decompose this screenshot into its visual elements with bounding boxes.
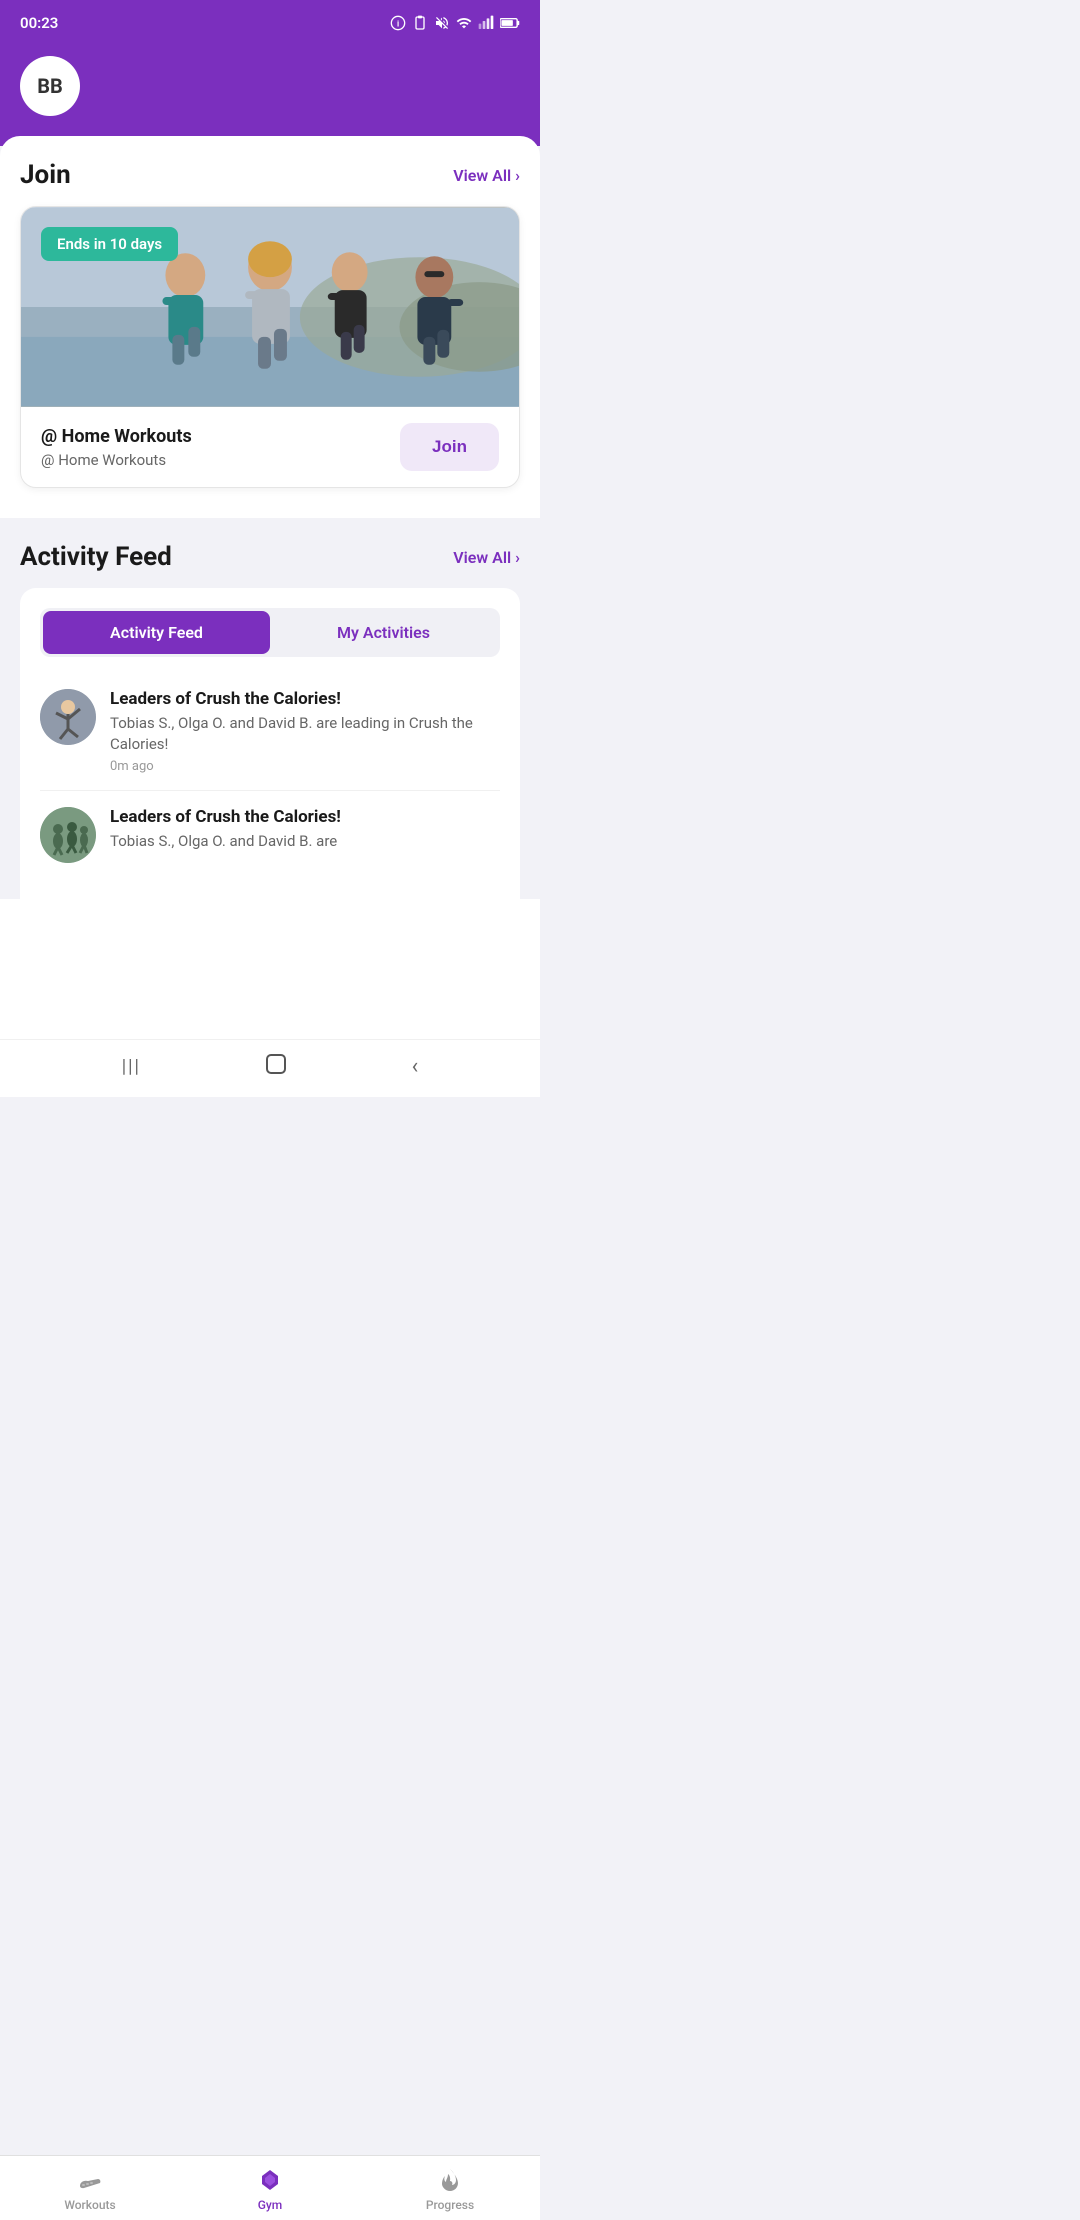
header: BB — [0, 44, 540, 146]
status-icons: i — [390, 15, 520, 31]
progress-icon-svg — [436, 2166, 464, 2194]
ends-badge: Ends in 10 days — [41, 227, 178, 261]
activity-content-2: Leaders of Crush the Calories! Tobias S.… — [110, 807, 500, 856]
tab-my-activities[interactable]: My Activities — [270, 611, 497, 654]
home-circle-icon — [264, 1052, 288, 1076]
nav-gym[interactable]: Gym — [230, 2166, 310, 2212]
status-time: 00:23 — [20, 14, 58, 32]
gym-label: Gym — [258, 2198, 283, 2212]
activity-content-1: Leaders of Crush the Calories! Tobias S.… — [110, 689, 500, 774]
gym-icon-svg — [256, 2166, 284, 2194]
join-card: Ends in 10 days @ Home Workouts @ Home W… — [20, 206, 520, 488]
activity-tabs: Activity Feed My Activities — [40, 608, 500, 657]
svg-text:i: i — [397, 19, 399, 28]
avatar[interactable]: BB — [20, 56, 80, 116]
yoga-avatar-svg — [40, 689, 96, 745]
join-button[interactable]: Join — [400, 423, 499, 471]
wifi-icon — [456, 15, 472, 31]
main-content: Join View All › — [0, 136, 540, 1039]
activity-avatar-1 — [40, 689, 96, 745]
tab-activity-feed[interactable]: Activity Feed — [43, 611, 270, 654]
activity-avatar-2 — [40, 807, 96, 863]
activity-title-2: Leaders of Crush the Calories! — [110, 807, 500, 827]
join-card-subtitle: @ Home Workouts — [41, 451, 400, 469]
join-card-title: @ Home Workouts — [41, 426, 400, 447]
activity-section-inner: Activity Feed My Activities — [20, 588, 520, 899]
system-back-button[interactable]: ‹ — [412, 1054, 419, 1079]
join-section-title: Join — [20, 160, 71, 190]
system-nav: ||| ‹ — [0, 1039, 540, 1097]
progress-label: Progress — [426, 2198, 474, 2212]
workouts-icon-svg — [76, 2166, 104, 2194]
activity-view-all[interactable]: View All › — [453, 548, 520, 567]
activity-item-2: Leaders of Crush the Calories! Tobias S.… — [40, 791, 500, 879]
system-menu-button[interactable]: ||| — [122, 1056, 141, 1077]
join-section-header: Join View All › — [20, 160, 520, 190]
chevron-right-icon: › — [515, 166, 520, 185]
system-home-button[interactable] — [264, 1052, 288, 1081]
join-card-body: @ Home Workouts @ Home Workouts Join — [21, 407, 519, 487]
mute-icon — [434, 15, 450, 31]
gym-icon — [256, 2166, 284, 2194]
activity-desc-2: Tobias S., Olga O. and David B. are — [110, 831, 500, 852]
nav-progress[interactable]: Progress — [410, 2166, 490, 2212]
activity-section: Activity Feed View All › Activity Feed M… — [0, 518, 540, 899]
join-card-image: Ends in 10 days — [21, 207, 519, 407]
battery-icon — [500, 15, 520, 31]
signal-icon — [478, 15, 494, 31]
activity-time-1: 0m ago — [110, 759, 500, 774]
workouts-label: Workouts — [64, 2198, 115, 2212]
status-bar: 00:23 i — [0, 0, 540, 44]
activity-title-1: Leaders of Crush the Calories! — [110, 689, 500, 709]
nav-workouts[interactable]: Workouts — [50, 2166, 130, 2212]
bottom-nav: Workouts Gym Progress — [0, 2155, 540, 2220]
clipboard-icon — [412, 15, 428, 31]
activity-feed-title: Activity Feed — [20, 542, 172, 572]
join-card-info: @ Home Workouts @ Home Workouts — [41, 426, 400, 469]
run-avatar-svg — [40, 807, 96, 863]
activity-section-header: Activity Feed View All › — [20, 542, 520, 572]
workouts-icon — [76, 2166, 104, 2194]
chevron-right-icon-2: › — [515, 548, 520, 567]
activity-item: Leaders of Crush the Calories! Tobias S.… — [40, 673, 500, 791]
progress-icon — [436, 2166, 464, 2194]
info-icon: i — [390, 15, 406, 31]
activity-desc-1: Tobias S., Olga O. and David B. are lead… — [110, 713, 500, 755]
join-view-all[interactable]: View All › — [453, 166, 520, 185]
